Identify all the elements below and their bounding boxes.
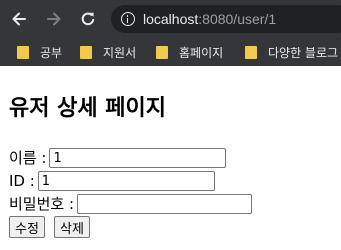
- url-host: localhost: [143, 11, 199, 27]
- bookmark-folder-applications[interactable]: 지원서: [80, 38, 136, 66]
- password-input[interactable]: [77, 194, 253, 214]
- arrow-left-icon: [12, 12, 26, 26]
- page-title: 유저 상세 페이지: [9, 96, 166, 121]
- folder-icon: [17, 45, 29, 59]
- forward-button[interactable]: [41, 6, 67, 32]
- bookmark-folder-blogs[interactable]: 다양한 블로그: [245, 38, 338, 66]
- bookmark-label: 다양한 블로그: [268, 45, 339, 60]
- reload-icon: [81, 12, 95, 26]
- name-row: 이름 :: [9, 147, 227, 169]
- name-label: 이름 :: [9, 149, 47, 167]
- info-icon[interactable]: [121, 12, 135, 26]
- folder-icon: [245, 45, 257, 59]
- bookmark-label: 홈페이지: [179, 45, 224, 60]
- name-input[interactable]: [49, 148, 227, 168]
- reload-button[interactable]: [75, 6, 101, 32]
- bookmark-folder-study[interactable]: 공부: [17, 38, 62, 66]
- arrow-right-icon: [47, 12, 61, 26]
- id-label: ID :: [9, 172, 35, 190]
- back-button[interactable]: [6, 6, 32, 32]
- edit-button[interactable]: 수정: [9, 216, 45, 238]
- folder-icon: [80, 45, 92, 59]
- browser-toolbar: localhost:8080/user/1: [0, 0, 341, 38]
- password-label: 비밀번호 :: [9, 195, 75, 213]
- password-row: 비밀번호 :: [9, 193, 253, 215]
- folder-icon: [156, 45, 168, 59]
- address-bar[interactable]: localhost:8080/user/1: [111, 5, 341, 33]
- page-content: 유저 상세 페이지 이름 : ID : 비밀번호 : 수정 삭제: [0, 66, 341, 250]
- bookmark-label: 지원서: [103, 45, 137, 60]
- bookmarks-bar: 공부 지원서 홈페이지 다양한 블로그: [0, 38, 341, 66]
- bookmark-label: 공부: [40, 45, 63, 60]
- id-input[interactable]: [37, 171, 215, 191]
- url-path: :8080/user/1: [198, 11, 277, 27]
- id-row: ID :: [9, 170, 215, 192]
- url-text: localhost:8080/user/1: [143, 11, 276, 27]
- bookmark-folder-homepage[interactable]: 홈페이지: [156, 38, 223, 66]
- delete-button[interactable]: 삭제: [54, 216, 90, 238]
